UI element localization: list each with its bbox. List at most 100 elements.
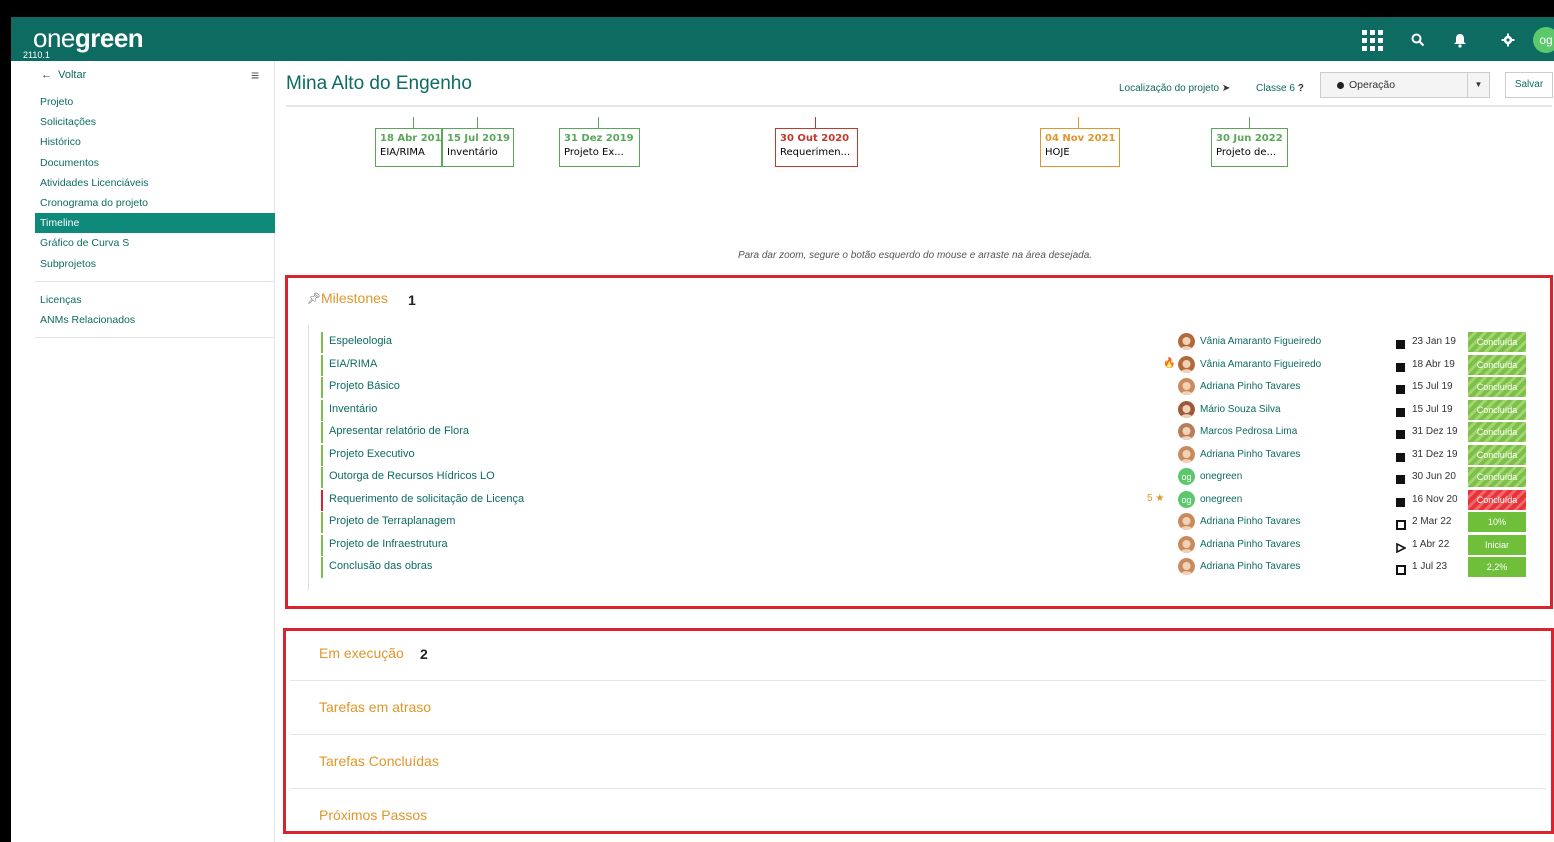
timeline-event[interactable]: 18 Abr 2019 EIA/RIMA [375, 128, 442, 167]
milestone-owner[interactable]: Adriana Pinho Tavares [1200, 561, 1300, 572]
section-tarefas-concluidas[interactable]: Tarefas Concluídas [319, 753, 439, 769]
milestone-name[interactable]: Projeto Básico [329, 380, 400, 392]
milestone-name[interactable]: Requerimento de solicitação de Licença [329, 493, 524, 505]
milestone-name[interactable]: Espeleologia [329, 335, 392, 347]
milestone-row[interactable]: Projeto Básico Adriana Pinho Tavares 15 Ju… [321, 376, 1541, 399]
user-avatar[interactable] [1178, 535, 1195, 553]
sidebar-item-licencas[interactable]: Licenças [35, 290, 275, 310]
section-tarefas-em-atraso[interactable]: Tarefas em atraso [319, 699, 431, 715]
milestone-status-badge[interactable]: Concluída [1468, 332, 1526, 352]
user-avatar[interactable] [1178, 513, 1195, 530]
milestone-status-badge[interactable]: Concluída [1468, 354, 1526, 375]
user-avatar[interactable] [1178, 355, 1195, 373]
user-avatar[interactable] [1178, 423, 1195, 440]
milestones-title[interactable]: Milestones [321, 290, 388, 306]
milestone-row[interactable]: Projeto de Infraestrutura Adriana Pinho T… [321, 534, 1541, 557]
filled-square-icon [1396, 427, 1406, 439]
milestone-owner[interactable]: Adriana Pinho Tavares [1200, 449, 1300, 460]
logo-text-bold: green [74, 23, 144, 53]
milestone-status-badge[interactable]: Concluída [1468, 467, 1526, 487]
timeline-event-today[interactable]: 04 Nov 2021 HOJE [1040, 128, 1120, 167]
annotation-number-1: 1 [408, 292, 416, 308]
sidebar-item-subprojetos[interactable]: Subprojetos [35, 254, 275, 274]
user-avatar[interactable] [1178, 445, 1195, 463]
sidebar-item-timeline[interactable]: Timeline [35, 213, 275, 234]
milestone-row[interactable]: Apresentar relatório de Flora Marcos Pedr… [321, 421, 1541, 444]
apps-grid-icon[interactable] [1361, 29, 1383, 51]
class-link[interactable]: Classe 6 ? [1256, 83, 1304, 94]
sidebar-item-historico[interactable]: Histórico [35, 132, 275, 152]
milestone-owner[interactable]: Vânia Amaranto Figueiredo [1200, 336, 1321, 347]
milestone-status-badge[interactable]: Concluída [1468, 377, 1526, 397]
filled-square-icon [1396, 360, 1406, 372]
milestone-name[interactable]: Projeto Executivo [329, 448, 415, 460]
milestone-owner[interactable]: Adriana Pinho Tavares [1200, 539, 1300, 550]
milestone-status-badge[interactable]: Iniciar [1468, 534, 1526, 555]
milestone-status-badge[interactable]: Concluída [1468, 444, 1526, 465]
milestone-owner[interactable]: Mário Souza Silva [1200, 404, 1281, 415]
milestone-status-badge[interactable]: 10% [1468, 512, 1526, 532]
save-button[interactable]: Salvar [1505, 72, 1553, 98]
timeline-event[interactable]: 30 Jun 2022 Projeto de... [1211, 128, 1288, 167]
milestone-date: 15 Jul 19 [1412, 381, 1453, 392]
milestone-row[interactable]: Espeleologia Vânia Amaranto Figueiredo 23 … [321, 331, 1541, 354]
milestone-status-bar [321, 512, 323, 533]
milestone-row[interactable]: EIA/RIMA 🔥 Vânia Amaranto Figueiredo 18 Abr… [321, 354, 1541, 377]
hamburger-menu-icon[interactable]: ≡ [251, 67, 259, 83]
section-proximos-passos[interactable]: Próximos Passos [319, 807, 427, 823]
onegreen-avatar[interactable]: og [1178, 490, 1195, 508]
timeline-event[interactable]: 31 Dez 2019 Projeto Ex... [559, 128, 640, 167]
chevron-down-icon[interactable]: ▼ [1467, 73, 1489, 97]
milestone-name[interactable]: Projeto de Infraestrutura [329, 538, 448, 550]
pin-icon[interactable]: 📌︎ [307, 292, 321, 305]
milestone-status-badge[interactable]: Concluída [1468, 399, 1526, 420]
milestone-row[interactable]: Requerimento de solicitação de Licença 5 … [321, 489, 1541, 512]
user-avatar[interactable] [1178, 558, 1195, 575]
onegreen-avatar[interactable]: og [1178, 468, 1195, 485]
bell-icon[interactable] [1449, 29, 1471, 51]
user-avatar[interactable]: og [1533, 27, 1554, 53]
milestone-status-badge[interactable]: Concluída [1468, 422, 1526, 442]
milestone-owner[interactable]: Adriana Pinho Tavares [1200, 516, 1300, 527]
user-avatar[interactable] [1178, 333, 1195, 350]
milestone-owner[interactable]: Vânia Amaranto Figueiredo [1200, 359, 1321, 370]
milestone-status-bar [321, 489, 323, 511]
milestone-status-badge[interactable]: Concluída [1468, 489, 1526, 510]
milestone-owner[interactable]: onegreen [1200, 471, 1242, 482]
timeline-event[interactable]: 30 Out 2020 Requerimen... [775, 128, 858, 167]
section-em-execucao[interactable]: Em execução [319, 645, 404, 661]
milestone-name[interactable]: Projeto de Terraplanagem [329, 515, 455, 527]
milestone-row[interactable]: Inventário Mário Souza Silva 15 Jul 19 Conc… [321, 399, 1541, 422]
milestone-name[interactable]: EIA/RIMA [329, 358, 377, 370]
sidebar-item-cronograma[interactable]: Cronograma do projeto [35, 193, 275, 213]
milestone-row[interactable]: Projeto Executivo Adriana Pinho Tavares 31… [321, 444, 1541, 467]
back-link[interactable]: ← Voltar [41, 69, 86, 81]
timeline-tick [1078, 117, 1079, 128]
milestone-name[interactable]: Inventário [329, 403, 377, 415]
status-select[interactable]: Operação ▼ [1320, 72, 1490, 98]
milestone-row[interactable]: Projeto de Terraplanagem Adriana Pinho Ta… [321, 511, 1541, 534]
milestone-row[interactable]: Conclusão das obras Adriana Pinho Tavares… [321, 556, 1541, 579]
search-icon[interactable] [1407, 29, 1429, 51]
milestone-row[interactable]: Outorga de Recursos Hídricos LO og onegree… [321, 466, 1541, 489]
gear-icon[interactable] [1497, 29, 1519, 51]
milestone-name[interactable]: Apresentar relatório de Flora [329, 425, 469, 437]
sidebar-item-atividades-licenciaveis[interactable]: Atividades Licenciáveis [35, 173, 275, 193]
sidebar-item-solicitacoes[interactable]: Solicitações [35, 112, 275, 132]
milestone-status-bar [321, 444, 323, 466]
milestone-owner[interactable]: Marcos Pedrosa Lima [1200, 426, 1297, 437]
sidebar-item-projeto[interactable]: Projeto [35, 92, 275, 112]
sidebar-item-documentos[interactable]: Documentos [35, 153, 275, 173]
user-avatar[interactable] [1178, 400, 1195, 418]
milestone-name[interactable]: Conclusão das obras [329, 560, 432, 572]
sidebar-item-grafico-curva-s[interactable]: Gráfico de Curva S [35, 233, 275, 253]
milestone-owner[interactable]: onegreen [1200, 494, 1242, 505]
sidebar-item-anms[interactable]: ANMs Relacionados [35, 310, 275, 330]
user-avatar[interactable] [1178, 378, 1195, 395]
milestone-name[interactable]: Outorga de Recursos Hídricos LO [329, 470, 495, 482]
milestone-date: 18 Abr 19 [1412, 358, 1455, 370]
location-link[interactable]: Localização do projeto ➤ [1119, 83, 1230, 94]
milestone-owner[interactable]: Adriana Pinho Tavares [1200, 381, 1300, 392]
milestone-status-badge[interactable]: 2,2% [1468, 557, 1526, 577]
timeline-event[interactable]: 15 Jul 2019 Inventário [442, 128, 514, 167]
